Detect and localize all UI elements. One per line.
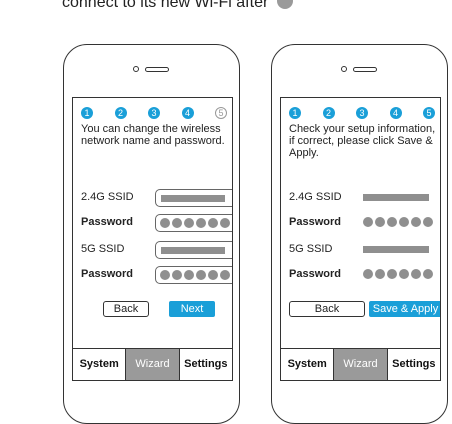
- step-4: 4: [389, 107, 402, 119]
- password5-row: Password: [289, 266, 439, 284]
- ssid24-row: 2.4G SSID: [289, 189, 439, 207]
- password24-row: Password: [289, 214, 439, 232]
- step-2: 2: [322, 107, 335, 119]
- masked-dots-icon: [160, 270, 230, 280]
- step-3: 3: [356, 107, 368, 119]
- password5-label: Password: [289, 268, 341, 280]
- ssid24-label: 2.4G SSID: [81, 191, 134, 203]
- step-2: 2: [114, 107, 127, 119]
- tab-system[interactable]: System: [73, 349, 125, 380]
- next-button[interactable]: Next: [169, 301, 215, 317]
- ssid5-input[interactable]: [155, 241, 232, 259]
- step-1: 1: [289, 107, 301, 119]
- camera-icon: [133, 66, 139, 72]
- speaker-icon: [341, 65, 377, 73]
- instruction-text: You can change the wireless network name…: [81, 123, 225, 147]
- ssid5-row: 5G SSID: [289, 241, 439, 259]
- step-indicator: 1 2 3 4 5: [289, 107, 435, 119]
- back-button[interactable]: Back: [289, 301, 365, 317]
- ssid24-input[interactable]: [155, 189, 232, 207]
- masked-dots-icon: [160, 218, 230, 228]
- ssid24-value: [363, 194, 429, 201]
- step-4: 4: [181, 107, 194, 119]
- save-apply-button[interactable]: Save & Apply: [369, 301, 440, 317]
- ssid-value-bar: [161, 195, 225, 202]
- password5-row: Password: [81, 266, 232, 284]
- phone-right: 1 2 3 4 5 Check your setup information, …: [271, 44, 448, 424]
- bottom-tab-bar: System Wizard Settings: [281, 348, 440, 380]
- ssid24-row: 2.4G SSID: [81, 189, 232, 207]
- step-3: 3: [148, 107, 160, 119]
- tab-wizard[interactable]: Wizard: [333, 349, 388, 380]
- step-5-badge-icon: [276, 0, 293, 10]
- tab-settings[interactable]: Settings: [388, 349, 440, 380]
- step-5: 5: [215, 107, 227, 119]
- step-1: 1: [81, 107, 93, 119]
- bottom-tab-bar: System Wizard Settings: [73, 348, 232, 380]
- ssid5-row: 5G SSID: [81, 241, 232, 259]
- masked-dots-icon: [363, 269, 433, 279]
- wizard-screen-edit: 1 2 3 4 5 You can change the wireless ne…: [72, 97, 233, 381]
- tab-settings[interactable]: Settings: [180, 349, 232, 380]
- step-5: 5: [423, 107, 435, 119]
- masked-dots-icon: [363, 217, 433, 227]
- password5-label: Password: [81, 268, 133, 280]
- wizard-screen-confirm: 1 2 3 4 5 Check your setup information, …: [280, 97, 441, 381]
- step-indicator: 1 2 3 4 5: [81, 107, 227, 119]
- password24-label: Password: [81, 216, 133, 228]
- password24-row: Password: [81, 214, 232, 232]
- tab-system[interactable]: System: [281, 349, 333, 380]
- tab-wizard[interactable]: Wizard: [125, 349, 180, 380]
- camera-icon: [341, 66, 347, 72]
- instruction-text: Check your setup information, if correct…: [289, 123, 436, 159]
- password24-label: Password: [289, 216, 341, 228]
- password5-input[interactable]: [155, 266, 232, 284]
- ssid5-label: 5G SSID: [81, 243, 125, 255]
- speaker-grill-icon: [353, 67, 377, 72]
- speaker-grill-icon: [145, 67, 169, 72]
- ssid24-label: 2.4G SSID: [289, 191, 342, 203]
- back-button[interactable]: Back: [103, 301, 149, 317]
- password24-input[interactable]: [155, 214, 232, 232]
- ssid-value-bar: [161, 247, 225, 254]
- instruction-caption: connect to its new Wi-Fi after: [62, 0, 402, 12]
- instruction-caption-text: connect to its new Wi-Fi after: [62, 0, 269, 11]
- phone-left: 1 2 3 4 5 You can change the wireless ne…: [63, 44, 240, 424]
- speaker-icon: [133, 65, 169, 73]
- ssid5-value: [363, 246, 429, 253]
- ssid5-label: 5G SSID: [289, 243, 333, 255]
